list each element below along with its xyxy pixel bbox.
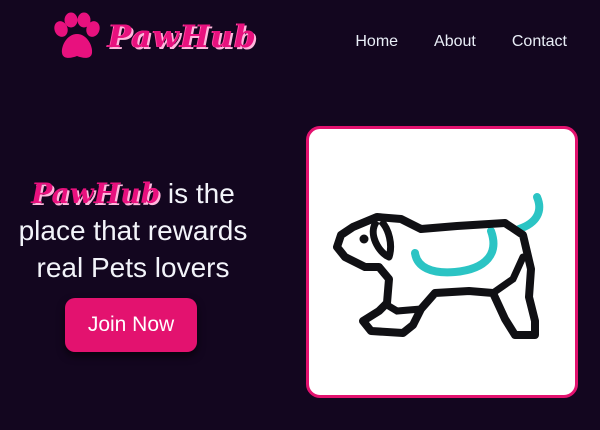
hero-heading: PawHub is the place that rewards real Pe… xyxy=(6,175,260,286)
logo[interactable]: PawHub xyxy=(50,12,257,62)
hero-line-1: PawHub is the xyxy=(6,175,260,212)
main-nav: Home About Contact xyxy=(355,33,567,51)
join-now-button[interactable]: Join Now xyxy=(65,298,197,352)
paw-icon xyxy=(54,12,100,58)
hero-line-2: place that rewards xyxy=(18,215,248,246)
hero-line-3: real Pets lovers xyxy=(36,252,230,283)
hero-brand: PawHub xyxy=(31,177,161,210)
nav-about[interactable]: About xyxy=(434,33,476,51)
brand-name: PawHub xyxy=(108,19,257,55)
hero-image-card xyxy=(306,126,578,398)
dog-stretch-icon xyxy=(333,193,544,339)
nav-home[interactable]: Home xyxy=(355,33,398,51)
nav-contact[interactable]: Contact xyxy=(512,33,567,51)
hero-line-1-rest: is the xyxy=(160,178,235,209)
